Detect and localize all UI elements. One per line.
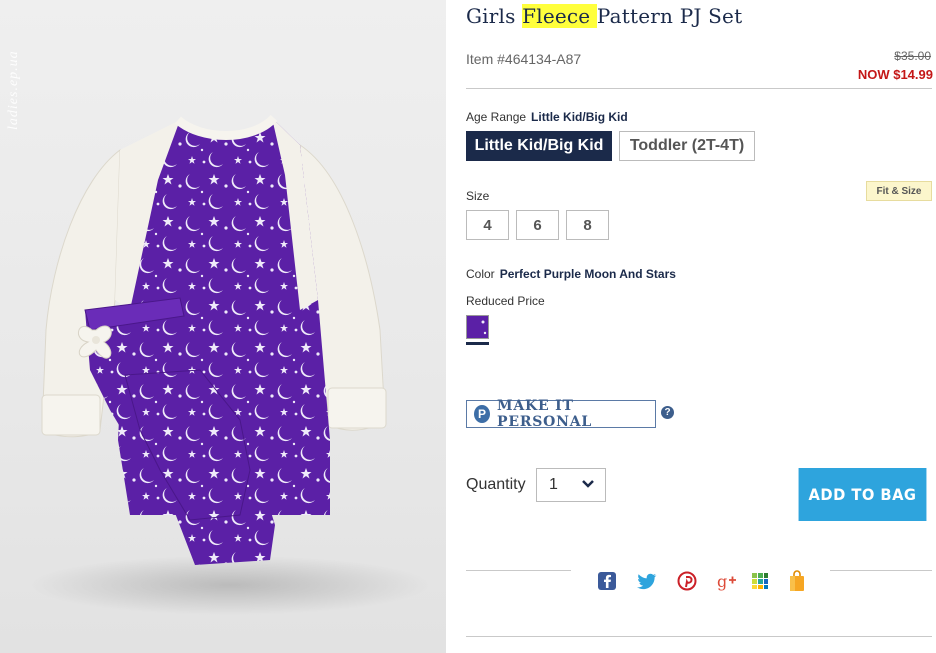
product-title: Girls Fleece Pattern PJ Set	[466, 4, 742, 28]
divider	[466, 88, 932, 89]
age-range-selected: Little Kid/Big Kid	[531, 110, 628, 124]
color-swatch-purple[interactable]	[466, 315, 489, 339]
original-price: $35.00	[894, 49, 931, 63]
quantity-label: Quantity	[466, 476, 526, 493]
personalize-icon: P	[474, 405, 491, 423]
add-to-bag-button[interactable]: ADD TO BAG	[798, 468, 927, 521]
polyvore-icon[interactable]	[749, 570, 771, 592]
age-range-label: Age Range Little Kid/Big Kid	[466, 110, 628, 124]
chevron-down-icon	[582, 480, 594, 488]
google-plus-icon[interactable]: g	[716, 570, 738, 592]
share-row: g	[466, 570, 932, 592]
color-caption: Color	[466, 267, 495, 281]
age-option-toddler[interactable]: Toddler (2T-4T)	[619, 131, 755, 161]
item-number: Item #464134-A87	[466, 51, 582, 67]
pinterest-icon[interactable]	[676, 570, 698, 592]
pajama-illustration	[30, 114, 430, 615]
title-part: Girls	[466, 4, 523, 28]
swatch-pattern	[467, 316, 488, 338]
make-it-personal-label: MAKE IT PERSONAL	[497, 398, 593, 430]
watermark: ladies.ep.ua	[6, 50, 21, 130]
swatch-selected-indicator	[466, 342, 489, 345]
age-option-little-kid[interactable]: Little Kid/Big Kid	[466, 131, 612, 161]
sale-price: NOW $14.99	[857, 67, 933, 82]
twitter-icon[interactable]	[636, 570, 658, 592]
help-icon[interactable]: ?	[661, 406, 674, 419]
svg-text:g: g	[717, 572, 727, 591]
quantity-value: 1	[549, 476, 558, 493]
color-selected: Perfect Purple Moon And Stars	[499, 267, 676, 281]
facebook-icon[interactable]	[596, 570, 618, 592]
quantity-select[interactable]: 1	[536, 468, 606, 502]
age-range-caption: Age Range	[466, 110, 527, 124]
size-option-6[interactable]: 6	[516, 210, 559, 240]
product-image[interactable]: ladies.ep.ua	[0, 0, 446, 653]
title-highlight: Fleece	[522, 4, 597, 28]
title-part: Pattern PJ Set	[596, 4, 743, 28]
size-label: Size	[466, 189, 490, 203]
fit-size-link[interactable]: Fit & Size	[866, 181, 932, 201]
divider	[830, 570, 932, 571]
reduced-price-label: Reduced Price	[466, 294, 545, 308]
shopping-bag-icon[interactable]	[786, 570, 808, 592]
make-it-personal-button[interactable]: P MAKE IT PERSONAL	[466, 398, 656, 430]
divider	[466, 570, 571, 571]
size-option-8[interactable]: 8	[566, 210, 609, 240]
divider	[466, 636, 932, 637]
color-label: Color Perfect Purple Moon And Stars	[466, 267, 676, 281]
size-option-4[interactable]: 4	[466, 210, 509, 240]
